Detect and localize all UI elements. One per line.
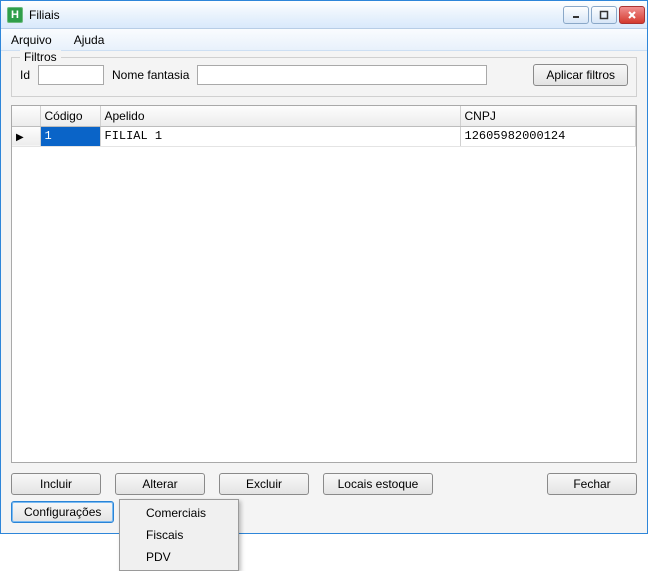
row-indicator-icon: ▶	[12, 126, 40, 146]
header-apelido[interactable]: Apelido	[100, 106, 460, 126]
excluir-button[interactable]: Excluir	[219, 473, 309, 495]
header-codigo[interactable]: Código	[40, 106, 100, 126]
maximize-button[interactable]	[591, 6, 617, 24]
locais-estoque-button[interactable]: Locais estoque	[323, 473, 433, 495]
menu-arquivo[interactable]: Arquivo	[7, 31, 56, 49]
filtros-group: Filtros Id Nome fantasia Aplicar filtros	[11, 57, 637, 97]
id-label: Id	[20, 68, 30, 82]
menu-ajuda[interactable]: Ajuda	[70, 31, 109, 49]
menubar: Arquivo Ajuda	[1, 29, 647, 51]
titlebar: H Filiais	[1, 1, 647, 29]
nome-fantasia-input[interactable]	[197, 65, 487, 85]
id-input[interactable]	[38, 65, 104, 85]
data-grid[interactable]: Código Apelido CNPJ ▶ 1 FILIAL 1 1260598…	[11, 105, 637, 463]
menu-item-fiscais[interactable]: Fiscais	[122, 524, 236, 546]
table-row[interactable]: ▶ 1 FILIAL 1 12605982000124	[12, 126, 636, 146]
action-button-row: Incluir Alterar Excluir Locais estoque F…	[11, 473, 637, 495]
filtros-legend: Filtros	[20, 50, 61, 64]
configuracoes-row: Configurações Comerciais Fiscais PDV	[11, 501, 637, 523]
close-button[interactable]	[619, 6, 645, 24]
table-header-row: Código Apelido CNPJ	[12, 106, 636, 126]
app-icon: H	[7, 7, 23, 23]
header-indicator	[12, 106, 40, 126]
minimize-button[interactable]	[563, 6, 589, 24]
configuracoes-menu: Comerciais Fiscais PDV	[119, 499, 239, 571]
cell-apelido[interactable]: FILIAL 1	[100, 126, 460, 146]
nome-fantasia-label: Nome fantasia	[112, 68, 189, 82]
alterar-button[interactable]: Alterar	[115, 473, 205, 495]
header-cnpj[interactable]: CNPJ	[460, 106, 636, 126]
menu-item-comerciais[interactable]: Comerciais	[122, 502, 236, 524]
configuracoes-button[interactable]: Configurações	[11, 501, 114, 523]
window-title: Filiais	[29, 8, 563, 22]
window-controls	[563, 6, 645, 24]
incluir-button[interactable]: Incluir	[11, 473, 101, 495]
cell-codigo[interactable]: 1	[40, 126, 100, 146]
window: H Filiais Arquivo Ajuda Filtros Id Nome …	[0, 0, 648, 534]
content-area: Filtros Id Nome fantasia Aplicar filtros	[1, 51, 647, 533]
menu-item-pdv[interactable]: PDV	[122, 546, 236, 568]
aplicar-filtros-button[interactable]: Aplicar filtros	[533, 64, 628, 86]
fechar-button[interactable]: Fechar	[547, 473, 637, 495]
cell-cnpj[interactable]: 12605982000124	[460, 126, 636, 146]
